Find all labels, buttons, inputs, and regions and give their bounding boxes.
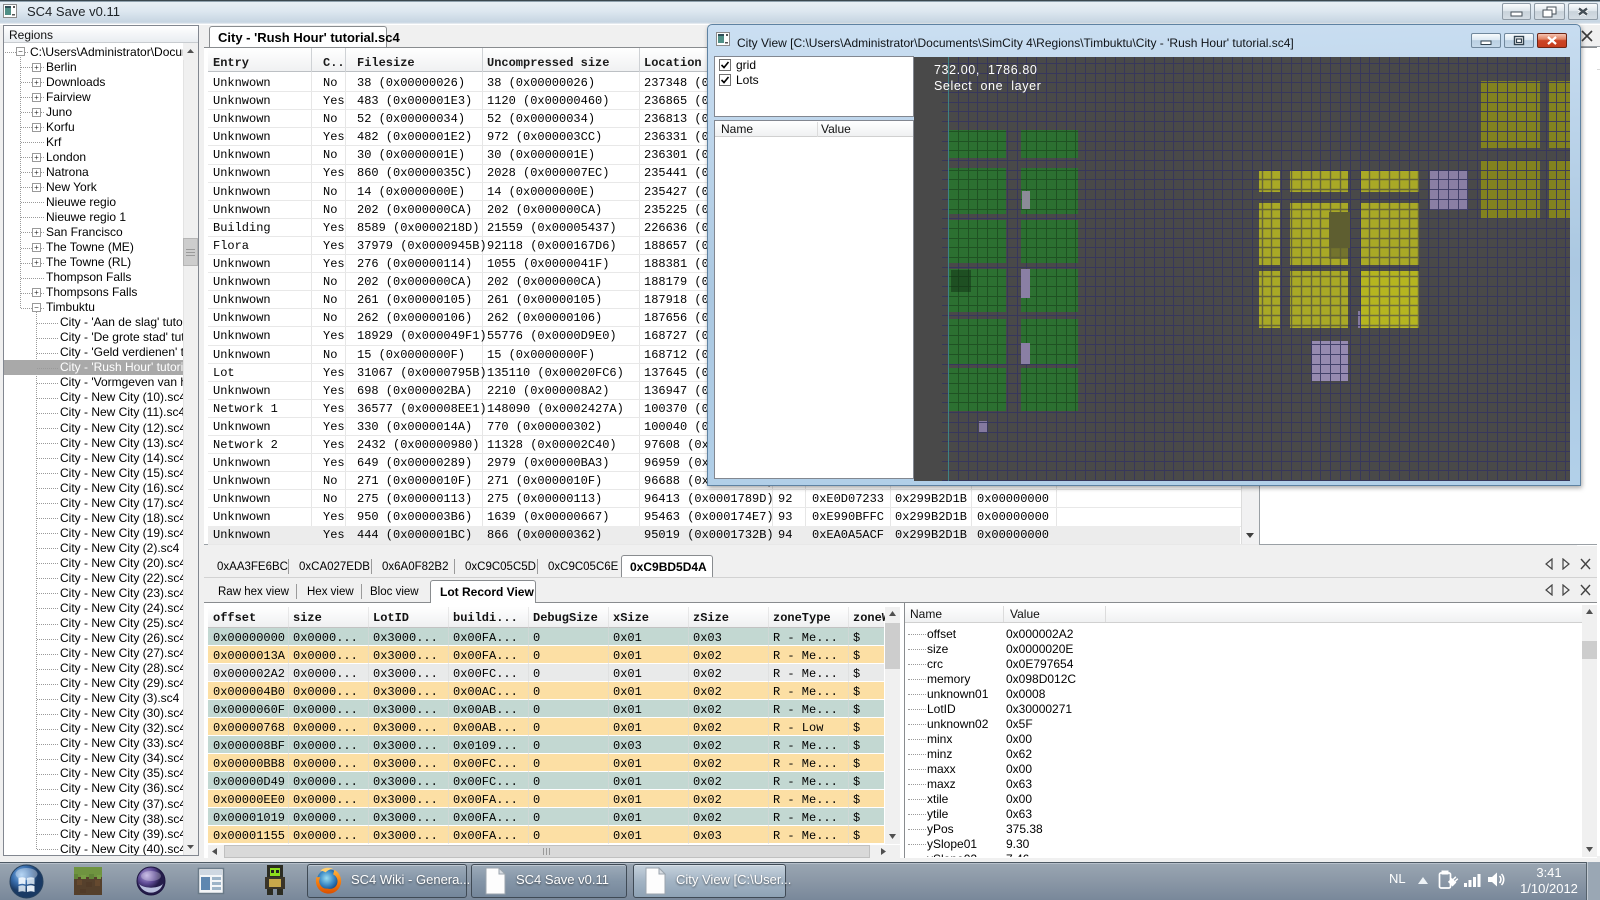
svg-text:732.00, 1786.80: 732.00, 1786.80 (934, 63, 1037, 77)
svg-text:Select one layer: Select one layer (934, 79, 1041, 93)
